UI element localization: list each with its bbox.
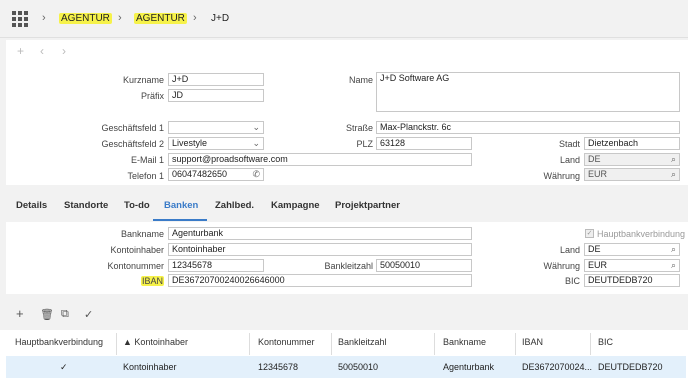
- plz-label: PLZ: [356, 139, 373, 149]
- back-icon[interactable]: ‹: [40, 44, 44, 58]
- tab-standorte[interactable]: Standorte: [64, 200, 108, 211]
- bankleitzahl-label: Bankleitzahl: [324, 261, 373, 271]
- chevron-right-icon: ›: [193, 12, 197, 24]
- waehrung-field[interactable]: EUR ⌕: [584, 168, 680, 181]
- search-icon[interactable]: ⌕: [671, 169, 676, 180]
- confirm-icon[interactable]: ✓: [84, 308, 93, 321]
- bic-field[interactable]: DEUTDEDB720: [584, 274, 680, 287]
- tab-details[interactable]: Details: [16, 200, 47, 211]
- column-divider: [331, 333, 332, 355]
- cell-bankleitzahl: 50050010: [338, 362, 379, 372]
- kontoinhaber-label: Kontoinhaber: [110, 245, 164, 255]
- col-iban[interactable]: IBAN: [522, 337, 543, 347]
- column-divider: [116, 333, 117, 355]
- iban-field[interactable]: DE36720700240026646000: [168, 274, 472, 287]
- add-icon[interactable]: +: [16, 306, 24, 321]
- cell-kontonummer: 12345678: [258, 362, 299, 372]
- bic-label: BIC: [564, 276, 580, 286]
- bankname-label: Bankname: [120, 229, 164, 239]
- col-kontoinhaber[interactable]: ▲ Kontoinhaber: [123, 337, 188, 347]
- name-field[interactable]: J+D Software AG: [376, 72, 680, 112]
- strasse-label: Straße: [345, 123, 373, 133]
- land-label: Land: [559, 155, 580, 165]
- chevron-down-icon: ⌄: [252, 138, 260, 148]
- tab-zahlbed[interactable]: Zahlbed.: [215, 200, 254, 211]
- email-label: E-Mail 1: [130, 155, 164, 165]
- geschaeftsfeld1-select[interactable]: ⌄: [168, 121, 264, 134]
- kontonummer-label: Kontonummer: [107, 261, 164, 271]
- hauptbank-label: Hauptbankverbindung: [597, 229, 686, 239]
- plz-field[interactable]: 63128: [376, 137, 472, 150]
- search-icon[interactable]: ⌕: [671, 154, 676, 165]
- cell-hauptbank-check: ✓: [60, 362, 68, 372]
- column-divider: [249, 333, 250, 355]
- cell-kontoinhaber: Kontoinhaber: [123, 362, 177, 372]
- col-kontonummer[interactable]: Kontonummer: [258, 337, 315, 347]
- copy-icon[interactable]: ⧉: [61, 308, 69, 321]
- bank-land-field[interactable]: DE ⌕: [584, 243, 680, 256]
- cell-bic: DEUTDEDB720: [598, 362, 663, 372]
- hauptbank-checkbox[interactable]: ✓: [585, 229, 594, 238]
- cell-iban: DE3672070024...: [522, 362, 593, 372]
- app-grid-icon[interactable]: [12, 11, 28, 27]
- strasse-field[interactable]: Max-Planckstr. 6c: [376, 121, 680, 134]
- column-divider: [590, 333, 591, 355]
- tab-todo[interactable]: To-do: [124, 200, 150, 211]
- bank-waehrung-field[interactable]: EUR ⌕: [584, 259, 680, 272]
- chevron-down-icon: ⌄: [252, 122, 260, 132]
- col-hauptbankverbindung[interactable]: Hauptbankverbindung: [15, 337, 103, 347]
- breadcrumb-item-agentur-1[interactable]: AGENTUR: [59, 13, 112, 24]
- breadcrumb-item-agentur-2[interactable]: AGENTUR: [134, 13, 187, 24]
- add-icon[interactable]: +: [17, 44, 24, 58]
- kurzname-label: Kurzname: [122, 75, 164, 85]
- kontoinhaber-field[interactable]: Kontoinhaber: [168, 243, 472, 256]
- praefix-field[interactable]: JD: [168, 89, 264, 102]
- chevron-right-icon: ›: [42, 12, 46, 24]
- kontonummer-field[interactable]: 12345678: [168, 259, 264, 272]
- tab-banken[interactable]: Banken: [164, 200, 198, 211]
- column-divider: [434, 333, 435, 355]
- tab-projektpartner[interactable]: Projektpartner: [335, 200, 400, 211]
- column-divider: [515, 333, 516, 355]
- geschaeftsfeld2-label: Geschäftsfeld 2: [101, 139, 164, 149]
- col-bankleitzahl[interactable]: Bankleitzahl: [338, 337, 387, 347]
- stadt-field[interactable]: Dietzenbach: [584, 137, 680, 150]
- cell-bankname: Agenturbank: [443, 362, 495, 372]
- land-field[interactable]: DE ⌕: [584, 153, 680, 166]
- geschaeftsfeld2-select[interactable]: Livestyle ⌄: [168, 137, 264, 150]
- bank-waehrung-label: Währung: [543, 261, 580, 271]
- breadcrumb-item-current: J+D: [211, 13, 230, 24]
- iban-label: IBAN: [140, 276, 164, 286]
- col-bankname[interactable]: Bankname: [443, 337, 486, 347]
- email-field[interactable]: support@proadsoftware.com: [168, 153, 472, 166]
- col-bic[interactable]: BIC: [598, 337, 613, 347]
- waehrung-label: Währung: [543, 171, 580, 181]
- delete-icon[interactable]: 🗑: [40, 308, 54, 321]
- stadt-label: Stadt: [558, 139, 580, 149]
- search-icon[interactable]: ⌕: [671, 260, 676, 271]
- praefix-label: Präfix: [140, 91, 164, 101]
- search-icon[interactable]: ⌕: [671, 244, 676, 255]
- telefon-label: Telefon 1: [127, 171, 164, 181]
- forward-icon[interactable]: ›: [62, 44, 66, 58]
- active-tab-indicator: [153, 219, 207, 221]
- bankname-field[interactable]: Agenturbank: [168, 227, 472, 240]
- bank-land-label: Land: [559, 245, 580, 255]
- chevron-right-icon: ›: [118, 12, 122, 24]
- bankleitzahl-field[interactable]: 50050010: [376, 259, 472, 272]
- geschaeftsfeld1-label: Geschäftsfeld 1: [101, 123, 164, 133]
- name-label: Name: [348, 75, 373, 85]
- telefon-field[interactable]: 06047482650 ✆: [168, 168, 264, 181]
- kurzname-field[interactable]: J+D: [168, 73, 264, 86]
- phone-icon[interactable]: ✆: [252, 169, 260, 180]
- tab-kampagne[interactable]: Kampagne: [271, 200, 320, 211]
